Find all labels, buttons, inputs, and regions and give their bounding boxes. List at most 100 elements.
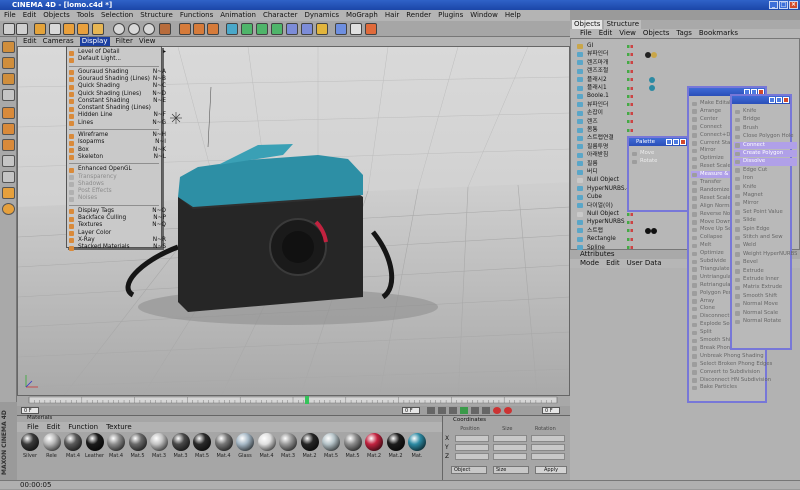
object-row[interactable]: Boole.1 [571,92,705,100]
menu-tools[interactable]: Tools [77,10,94,21]
tools-palette-minimize-button[interactable] [769,97,775,103]
tools-palette-maximize-button[interactable] [776,97,782,103]
visibility-dots-icon[interactable] [627,86,633,90]
menu-render[interactable]: Render [406,10,431,21]
palette-tool-button[interactable]: Dissolve [734,158,797,166]
timeline-current-field[interactable]: 0 F [402,407,420,414]
material-menu-function[interactable]: Function [68,422,98,432]
deformer-icon[interactable] [286,23,298,35]
array-icon[interactable] [271,23,283,35]
palette-tool-button[interactable]: Disconnect HN Subdivision [691,377,772,384]
size-x-field[interactable] [493,435,527,442]
tools-palette-window[interactable]: Knife Bridge Brush Close Polygon Hole Connec… [730,94,797,350]
palette-tool-button[interactable]: Normal Scale [734,310,797,317]
object-row[interactable]: 플래시1 [571,84,705,92]
menu-character[interactable]: Character [263,10,298,21]
visibility-dots-icon[interactable] [627,69,633,73]
visibility-dots-icon[interactable] [627,111,633,115]
menu-structure[interactable]: Structure [140,10,173,21]
object-row[interactable]: 뷰파인더 [571,50,705,58]
palette-tool-button[interactable]: Extrude Inner [734,276,797,283]
viewport-menu-display[interactable]: Display [79,37,110,46]
menu-help[interactable]: Help [505,10,521,21]
visibility-dots-icon[interactable] [627,78,633,82]
apply-button[interactable]: Apply [535,466,567,474]
object-row[interactable]: 플래시2 [571,76,705,84]
visibility-dots-icon[interactable] [627,220,633,224]
x-axis-icon[interactable] [113,23,125,35]
palette-tool-button[interactable]: Weld [734,242,797,249]
material-swatch[interactable] [408,433,426,451]
scene-icon[interactable] [316,23,328,35]
palette-title-bar[interactable]: Palette [629,138,687,146]
menu-hair[interactable]: Hair [385,10,399,21]
palette-tool-button[interactable]: Weight HyperNURBS [734,251,797,258]
visibility-dots-icon[interactable] [627,52,633,56]
attributes-menu-user-data[interactable]: User Data [627,259,662,268]
position-x-field[interactable] [455,435,489,442]
material-swatch[interactable] [85,433,104,451]
material-menu-texture[interactable]: Texture [106,422,132,432]
visibility-dots-icon[interactable] [627,61,633,65]
rotation-h-field[interactable] [531,435,565,442]
visibility-dots-icon[interactable] [627,94,633,98]
tools-palette-title-bar[interactable] [732,96,790,104]
object-row[interactable]: 손잡이 [571,109,705,117]
palette-tool-button[interactable]: Convert to Subdivision [691,369,772,376]
step-forward-icon[interactable] [471,407,479,414]
palette-tool-button[interactable]: Extrude [734,268,797,275]
live-selection-icon[interactable] [34,23,46,35]
visibility-dots-icon[interactable] [627,128,633,132]
size-y-field[interactable] [493,444,527,451]
object-row[interactable]: 렌즈조절 [571,67,705,75]
play-icon[interactable] [460,407,468,414]
palette-maximize-button[interactable] [673,139,679,145]
coordinate-mode-select[interactable]: Object [451,466,487,474]
animation-icon[interactable] [2,171,15,183]
scale-icon[interactable] [63,23,75,35]
render-view-icon[interactable] [179,23,191,35]
menu-edit[interactable]: Edit [23,10,37,21]
redo-icon[interactable] [16,23,28,35]
z-axis-icon[interactable] [143,23,155,35]
size-mode-select[interactable]: Size [493,466,529,474]
menu-objects[interactable]: Objects [43,10,69,21]
close-button[interactable]: × [789,1,798,9]
display-menu-item[interactable]: Noises [67,195,172,203]
palette-tool-button[interactable]: Knife [734,184,797,191]
axis-icon[interactable] [2,89,15,101]
tools-palette-close-button[interactable] [783,97,789,103]
visibility-dots-icon[interactable] [627,120,633,124]
undo-icon[interactable] [3,23,15,35]
render-region-icon[interactable] [193,23,205,35]
size-z-field[interactable] [493,453,527,460]
palette-tool-button[interactable]: Brush [734,125,797,132]
viewport-menu-cameras[interactable]: Cameras [43,37,74,46]
tweak-icon[interactable] [2,155,15,167]
material-swatch[interactable] [343,433,362,451]
polygons-mode-icon[interactable] [2,139,15,151]
light-icon[interactable] [350,23,362,35]
object-row[interactable]: 뷰파인더 [571,101,705,109]
visibility-dots-icon[interactable] [627,246,633,250]
render-picture-viewer-icon[interactable] [207,23,219,35]
menu-plugins[interactable]: Plugins [438,10,463,21]
edges-mode-icon[interactable] [2,123,15,135]
material-swatch[interactable] [236,433,254,451]
menu-dynamics[interactable]: Dynamics [305,10,340,21]
material-menu-edit[interactable]: Edit [47,422,61,432]
visibility-dots-icon[interactable] [627,212,633,216]
object-menu-file[interactable]: File [580,29,592,38]
object-menu-view[interactable]: View [619,29,636,38]
object-menu-edit[interactable]: Edit [599,29,613,38]
paint-icon[interactable] [2,203,15,215]
record-icon[interactable] [493,407,501,414]
palette-tool-button[interactable]: Bake Particles [691,384,772,391]
palette-tool-button[interactable]: Bridge [734,116,797,123]
attributes-menu-mode[interactable]: Mode [580,259,599,268]
material-swatch[interactable] [300,433,319,451]
playhead-marker[interactable] [305,396,309,404]
material-swatch[interactable] [128,433,147,451]
menu-selection[interactable]: Selection [101,10,133,21]
material-swatch[interactable] [150,433,168,451]
